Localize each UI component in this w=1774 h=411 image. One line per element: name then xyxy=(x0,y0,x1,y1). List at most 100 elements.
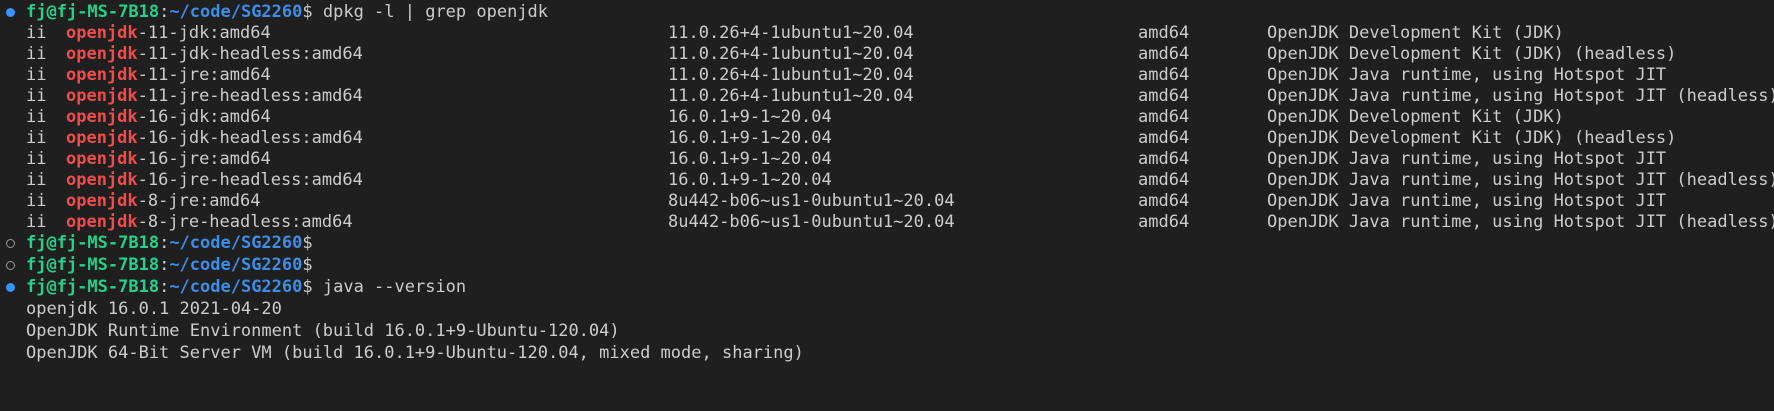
package-version: 8u442-b06~us1-0ubuntu1~20.04 xyxy=(668,212,955,232)
package-name: openjdk-16-jdk:amd64 xyxy=(66,106,271,129)
prompt-path: ~/code/SG2260 xyxy=(169,277,303,297)
package-name: openjdk-11-jre:amd64 xyxy=(66,64,271,87)
java-runtime-line: OpenJDK Runtime Environment (build 16.0.… xyxy=(26,321,620,341)
package-name: openjdk-16-jre:amd64 xyxy=(66,148,271,171)
package-description: OpenJDK Java runtime, using Hotspot JIT … xyxy=(1267,212,1774,232)
package-version: 11.0.26+4-1ubuntu1~20.04 xyxy=(668,86,914,106)
package-arch: amd64 xyxy=(1138,107,1190,127)
prompt-path: ~/code/SG2260 xyxy=(169,255,303,275)
package-name-rest: -11-jdk:amd64 xyxy=(137,23,271,43)
prompt-user-host: fj@fj-MS-7B18 xyxy=(26,233,160,253)
java-vm-line: OpenJDK 64-Bit Server VM (build 16.0.1+9… xyxy=(26,343,804,363)
package-name-rest: -11-jdk-headless:amd64 xyxy=(137,44,363,64)
command-success-icon[interactable] xyxy=(6,283,15,292)
shell-prompt: fj@fj-MS-7B18:~/code/SG2260$ dpkg -l | g… xyxy=(26,1,548,24)
package-description: OpenJDK Java runtime, using Hotspot JIT … xyxy=(1267,86,1774,106)
package-arch: amd64 xyxy=(1138,212,1190,232)
package-description: OpenJDK Java runtime, using Hotspot JIT xyxy=(1267,191,1667,211)
package-arch: amd64 xyxy=(1138,170,1190,190)
package-name-rest: -16-jre-headless:amd64 xyxy=(137,170,363,190)
command-default-icon[interactable] xyxy=(6,239,15,248)
package-row: ii openjdk-11-jdk-headless:amd64 11.0.26… xyxy=(0,43,1774,66)
package-row: ii openjdk-16-jdk-headless:amd64 16.0.1+… xyxy=(0,127,1774,150)
package-version: 8u442-b06~us1-0ubuntu1~20.04 xyxy=(668,191,955,211)
output-line: openjdk 16.0.1 2021-04-20 xyxy=(0,298,1774,321)
package-status: ii xyxy=(26,170,47,190)
package-arch: amd64 xyxy=(1138,149,1190,169)
package-row: ii openjdk-11-jre:amd64 11.0.26+4-1ubunt… xyxy=(0,64,1774,87)
prompt-path: ~/code/SG2260 xyxy=(169,2,303,22)
package-version: 16.0.1+9-1~20.04 xyxy=(668,170,832,190)
package-description: OpenJDK Java runtime, using Hotspot JIT xyxy=(1267,65,1667,85)
command-line-empty: fj@fj-MS-7B18:~/code/SG2260$ xyxy=(0,254,1774,277)
package-status: ii xyxy=(26,65,47,85)
prompt-user-host: fj@fj-MS-7B18 xyxy=(26,2,160,22)
prompt-symbol: $ xyxy=(302,255,313,275)
package-version: 11.0.26+4-1ubuntu1~20.04 xyxy=(668,44,914,64)
package-name-rest: -16-jdk-headless:amd64 xyxy=(137,128,363,148)
package-name: openjdk-11-jdk:amd64 xyxy=(66,22,271,45)
package-description: OpenJDK Java runtime, using Hotspot JIT xyxy=(1267,149,1667,169)
grep-match: openjdk xyxy=(66,191,138,211)
package-status: ii xyxy=(26,86,47,106)
output-line: OpenJDK 64-Bit Server VM (build 16.0.1+9… xyxy=(0,342,1774,365)
package-description: OpenJDK Development Kit (JDK) xyxy=(1267,23,1564,43)
package-name-rest: -8-jre:amd64 xyxy=(137,191,261,211)
package-name-rest: -8-jre-headless:amd64 xyxy=(137,212,353,232)
prompt-symbol: $ xyxy=(302,2,313,22)
grep-match: openjdk xyxy=(66,170,138,190)
grep-match: openjdk xyxy=(66,86,138,106)
package-name: openjdk-8-jre-headless:amd64 xyxy=(66,211,353,234)
package-description: OpenJDK Development Kit (JDK) (headless) xyxy=(1267,44,1677,64)
command-default-icon[interactable] xyxy=(6,261,15,270)
package-name-rest: -16-jre:amd64 xyxy=(137,149,271,169)
package-version: 11.0.26+4-1ubuntu1~20.04 xyxy=(668,65,914,85)
package-status: ii xyxy=(26,23,47,43)
command-line-dpkg: fj@fj-MS-7B18:~/code/SG2260$ dpkg -l | g… xyxy=(0,1,1774,24)
grep-match: openjdk xyxy=(66,149,138,169)
package-row: ii openjdk-11-jdk:amd64 11.0.26+4-1ubunt… xyxy=(0,22,1774,45)
shell-prompt: fj@fj-MS-7B18:~/code/SG2260$ java --vers… xyxy=(26,276,466,299)
shell-prompt: fj@fj-MS-7B18:~/code/SG2260$ xyxy=(26,254,313,277)
package-name: openjdk-11-jdk-headless:amd64 xyxy=(66,43,363,66)
package-name: openjdk-8-jre:amd64 xyxy=(66,190,260,213)
package-status: ii xyxy=(26,44,47,64)
package-description: OpenJDK Java runtime, using Hotspot JIT … xyxy=(1267,170,1774,190)
package-description: OpenJDK Development Kit (JDK) xyxy=(1267,107,1564,127)
terminal-panel[interactable]: fj@fj-MS-7B18:~/code/SG2260$ dpkg -l | g… xyxy=(0,0,1774,411)
package-row: ii openjdk-16-jre-headless:amd64 16.0.1+… xyxy=(0,169,1774,192)
prompt-colon: : xyxy=(159,233,170,253)
package-name-rest: -16-jdk:amd64 xyxy=(137,107,271,127)
grep-match: openjdk xyxy=(66,23,138,43)
package-status: ii xyxy=(26,107,47,127)
package-status: ii xyxy=(26,212,47,232)
command-text: dpkg -l | grep openjdk xyxy=(312,2,549,22)
package-version: 16.0.1+9-1~20.04 xyxy=(668,107,832,127)
prompt-colon: : xyxy=(159,2,170,22)
grep-match: openjdk xyxy=(66,212,138,232)
package-arch: amd64 xyxy=(1138,191,1190,211)
package-status: ii xyxy=(26,191,47,211)
package-arch: amd64 xyxy=(1138,86,1190,106)
grep-match: openjdk xyxy=(66,128,138,148)
package-arch: amd64 xyxy=(1138,44,1190,64)
package-name-rest: -11-jre:amd64 xyxy=(137,65,271,85)
command-line-java: fj@fj-MS-7B18:~/code/SG2260$ java --vers… xyxy=(0,276,1774,299)
package-description: OpenJDK Development Kit (JDK) (headless) xyxy=(1267,128,1677,148)
output-line: OpenJDK Runtime Environment (build 16.0.… xyxy=(0,320,1774,343)
prompt-user-host: fj@fj-MS-7B18 xyxy=(26,277,160,297)
package-arch: amd64 xyxy=(1138,23,1190,43)
command-success-icon[interactable] xyxy=(6,8,15,17)
prompt-colon: : xyxy=(159,255,170,275)
java-version-line: openjdk 16.0.1 2021-04-20 xyxy=(26,299,282,319)
prompt-colon: : xyxy=(159,277,170,297)
grep-match: openjdk xyxy=(66,44,138,64)
package-name-rest: -11-jre-headless:amd64 xyxy=(137,86,363,106)
command-line-empty: fj@fj-MS-7B18:~/code/SG2260$ xyxy=(0,232,1774,255)
package-row: ii openjdk-11-jre-headless:amd64 11.0.26… xyxy=(0,85,1774,108)
package-status: ii xyxy=(26,149,47,169)
prompt-symbol: $ xyxy=(302,233,313,253)
package-arch: amd64 xyxy=(1138,128,1190,148)
package-row: ii openjdk-16-jdk:amd64 16.0.1+9-1~20.04… xyxy=(0,106,1774,129)
prompt-user-host: fj@fj-MS-7B18 xyxy=(26,255,160,275)
